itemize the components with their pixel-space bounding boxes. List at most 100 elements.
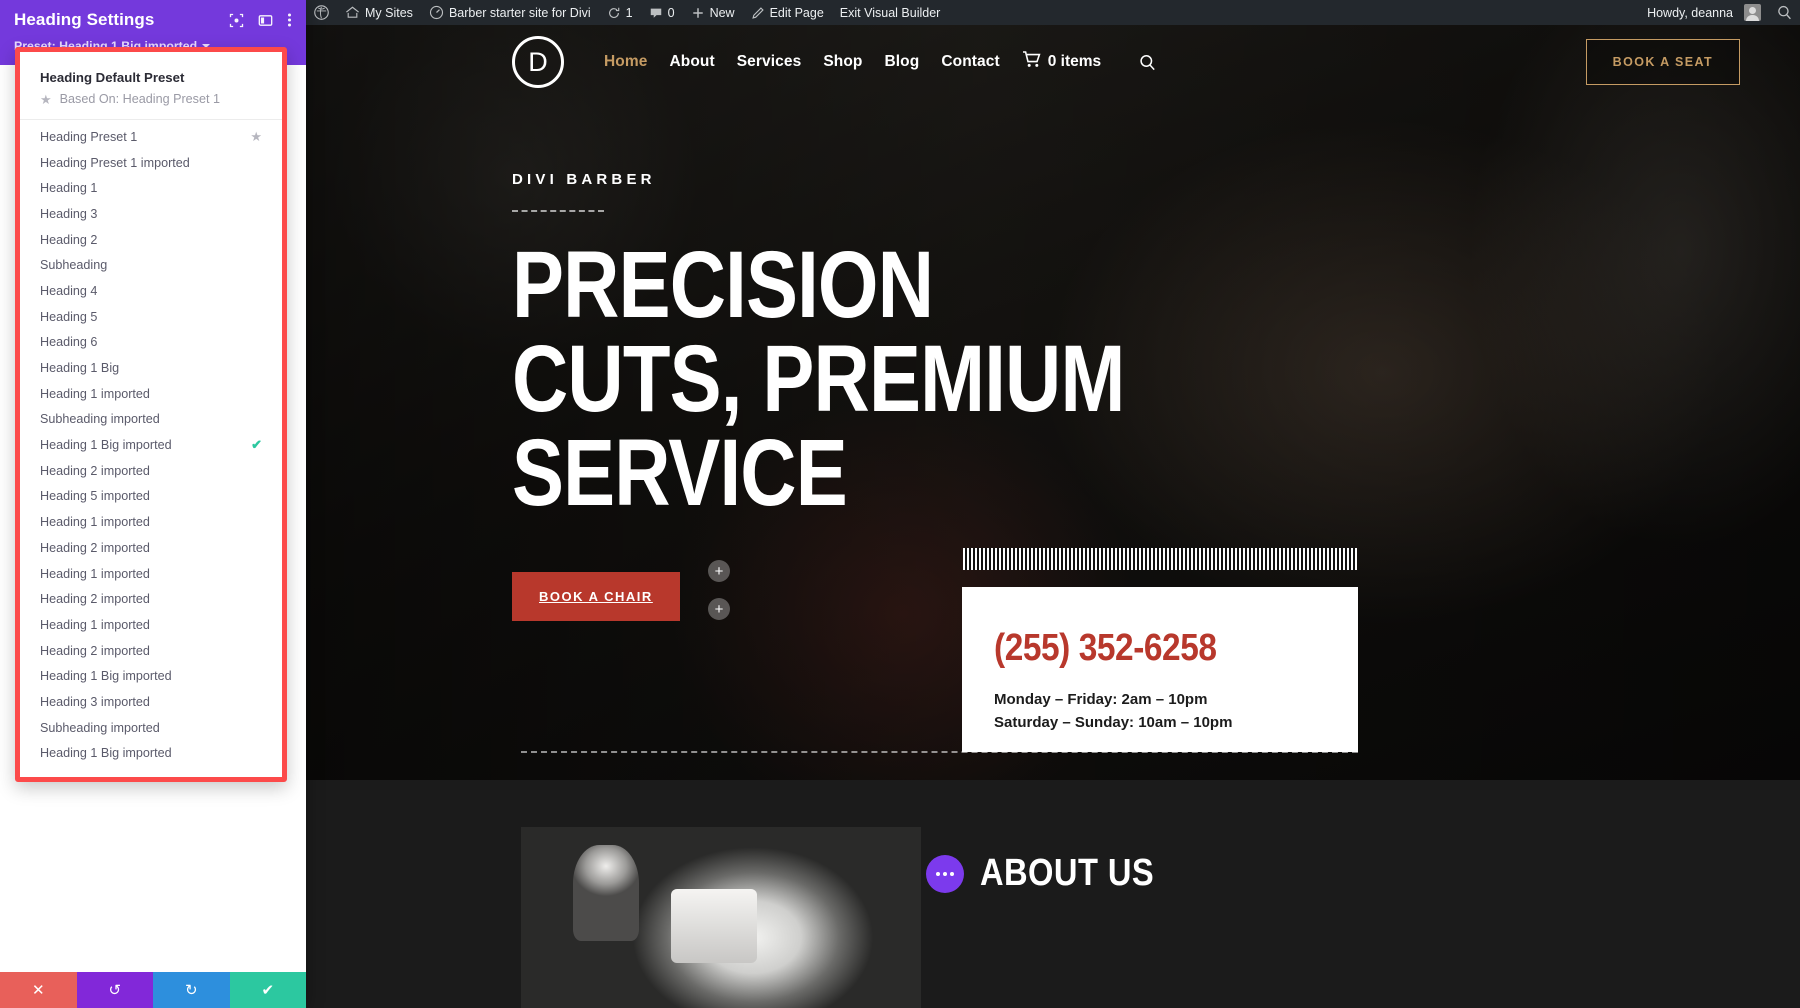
visual-builder-preview: D Home About Services Shop Blog Contact xyxy=(306,25,1800,1008)
preset-list-item[interactable]: Heading 1 imported xyxy=(20,612,282,638)
preset-list-item[interactable]: Heading 2 imported xyxy=(20,458,282,484)
add-row-button-2[interactable]: + xyxy=(708,598,730,620)
admin-bar-my-sites-label: My Sites xyxy=(365,5,413,20)
site-header: D Home About Services Shop Blog Contact xyxy=(306,25,1800,99)
dashboard-icon xyxy=(429,5,444,20)
about-heading-row: ABOUT US xyxy=(926,852,1182,895)
kebab-menu-icon[interactable] xyxy=(287,12,292,28)
star-icon[interactable]: ★ xyxy=(250,129,262,145)
preset-list-item[interactable]: Heading 1 imported xyxy=(20,509,282,535)
preset-list-item[interactable]: Heading 1 Big imported ✔ xyxy=(20,432,282,458)
preset-list-item[interactable]: Heading 5 imported xyxy=(20,484,282,510)
preset-list-item[interactable]: Heading 2 imported xyxy=(20,535,282,561)
preset-list-item-label: Heading Preset 1 xyxy=(40,129,138,144)
preset-list-item-label: Heading 3 imported xyxy=(40,694,150,709)
preset-list-item-label: Heading 5 xyxy=(40,309,98,324)
admin-bar-edit-page[interactable]: Edit Page xyxy=(743,0,832,25)
admin-bar-new-label: New xyxy=(709,5,735,20)
nav-item-services[interactable]: Services xyxy=(737,53,802,71)
nav-item-about[interactable]: About xyxy=(669,53,714,71)
preset-list-item[interactable]: Heading 2 imported xyxy=(20,586,282,612)
layout-columns-icon[interactable] xyxy=(258,13,273,28)
preset-list-item[interactable]: Heading 6 xyxy=(20,330,282,356)
phone-number[interactable]: (255) 352-6258 xyxy=(994,627,1286,670)
preset-list-item[interactable]: Heading 1 imported xyxy=(20,561,282,587)
preset-list-item[interactable]: Subheading imported xyxy=(20,715,282,741)
admin-bar-updates[interactable]: 1 xyxy=(599,0,641,25)
divi-logo[interactable]: D xyxy=(512,36,564,88)
module-settings-ellipsis-button[interactable] xyxy=(926,854,964,893)
admin-bar-right-group: Howdy, deanna xyxy=(1639,0,1800,25)
redo-button[interactable]: ↻ xyxy=(153,972,230,1008)
contact-info-card: (255) 352-6258 Monday – Friday: 2am – 10… xyxy=(962,587,1358,752)
preset-list-item[interactable]: Heading 1 Big imported xyxy=(20,663,282,689)
preset-default-title: Heading Default Preset xyxy=(40,70,185,85)
preset-list-item[interactable]: Heading Preset 1 ★ xyxy=(20,124,282,150)
preset-list-item-label: Heading 3 xyxy=(40,206,98,221)
preset-list-item[interactable]: Heading 2 xyxy=(20,227,282,253)
decorative-hatch-bar xyxy=(963,548,1357,570)
undo-icon: ↺ xyxy=(108,982,122,999)
preset-list-item[interactable]: Heading 3 xyxy=(20,201,282,227)
admin-bar-new[interactable]: New xyxy=(683,0,743,25)
preset-list-item-label: Heading 1 imported xyxy=(40,515,150,530)
cart-icon xyxy=(1022,51,1041,73)
admin-bar-site-name[interactable]: Barber starter site for Divi xyxy=(421,0,599,25)
cancel-button[interactable]: ✕ xyxy=(0,972,77,1008)
preset-list-item-label: Heading 2 imported xyxy=(40,592,150,607)
preset-list-item[interactable]: Heading 3 imported xyxy=(20,689,282,715)
panel-title-row: Heading Settings xyxy=(14,10,292,30)
preset-list-item-label: Heading 2 imported xyxy=(40,540,150,555)
admin-bar-exit-visual-builder[interactable]: Exit Visual Builder xyxy=(832,0,949,25)
wordpress-icon xyxy=(314,5,329,20)
admin-bar-search-button[interactable] xyxy=(1769,0,1800,25)
cart-link[interactable]: 0 items xyxy=(1022,51,1101,73)
admin-bar-comments[interactable]: 0 xyxy=(641,0,683,25)
preset-list-item[interactable]: Heading 4 xyxy=(20,278,282,304)
nav-item-shop[interactable]: Shop xyxy=(823,53,862,71)
preset-list-item-label: Heading 5 imported xyxy=(40,489,150,504)
preset-list-item-label: Heading 6 xyxy=(40,335,98,350)
page-title: Heading Settings xyxy=(14,10,155,29)
star-icon: ★ xyxy=(40,91,52,107)
nav-item-blog[interactable]: Blog xyxy=(884,53,919,71)
preset-list-item[interactable]: Subheading xyxy=(20,252,282,278)
wordpress-logo-button[interactable] xyxy=(306,0,337,25)
responsive-preview-icon[interactable] xyxy=(229,13,244,28)
nav-item-home[interactable]: Home xyxy=(604,53,647,71)
admin-bar-account[interactable]: Howdy, deanna xyxy=(1639,0,1769,25)
preset-default-item[interactable]: Heading Default Preset ★ Based On: Headi… xyxy=(20,67,282,120)
about-section: ABOUT US xyxy=(306,780,1800,1008)
add-row-button-1[interactable]: + xyxy=(708,560,730,582)
preset-dropdown-inner: Heading Default Preset ★ Based On: Headi… xyxy=(20,52,282,777)
panel-header-icons xyxy=(229,12,292,28)
nav-item-contact[interactable]: Contact xyxy=(941,53,999,71)
preset-list-item-label: Heading 2 imported xyxy=(40,463,150,478)
preset-list-item[interactable]: Heading 1 xyxy=(20,175,282,201)
undo-button[interactable]: ↺ xyxy=(76,972,153,1008)
book-a-chair-button[interactable]: BOOK A CHAIR xyxy=(512,572,680,622)
ellipsis-icon xyxy=(936,871,940,876)
preset-list-item-label: Heading 1 imported xyxy=(40,566,150,581)
preset-list-item[interactable]: Heading 1 Big xyxy=(20,355,282,381)
admin-bar-my-sites[interactable]: My Sites xyxy=(337,0,421,25)
book-a-seat-button[interactable]: BOOK A SEAT xyxy=(1585,39,1740,85)
preset-list-item[interactable]: Heading 2 imported xyxy=(20,638,282,664)
hero-section: D Home About Services Shop Blog Contact xyxy=(306,25,1800,780)
preset-list-item-label: Subheading imported xyxy=(40,720,160,735)
site-search-icon[interactable] xyxy=(1139,54,1156,71)
preset-list-item-label: Heading 1 imported xyxy=(40,386,150,401)
redo-icon: ↻ xyxy=(184,982,198,999)
preset-list-item-label: Heading 1 Big imported xyxy=(40,438,172,453)
preset-list: Heading Preset 1 ★ Heading Preset 1 import… xyxy=(20,120,282,766)
preset-list-item[interactable]: Heading 1 Big imported xyxy=(20,741,282,767)
save-button[interactable]: ✔ xyxy=(229,972,306,1008)
preset-list-item[interactable]: Heading 5 xyxy=(20,304,282,330)
check-icon: ✔ xyxy=(261,982,275,999)
search-icon xyxy=(1777,5,1792,20)
close-icon: ✕ xyxy=(31,982,45,999)
preset-list-item[interactable]: Heading Preset 1 imported xyxy=(20,150,282,176)
preset-default-subtitle-label: Based On: Heading Preset 1 xyxy=(59,92,220,106)
preset-list-item[interactable]: Heading 1 imported xyxy=(20,381,282,407)
preset-list-item[interactable]: Subheading imported xyxy=(20,407,282,433)
